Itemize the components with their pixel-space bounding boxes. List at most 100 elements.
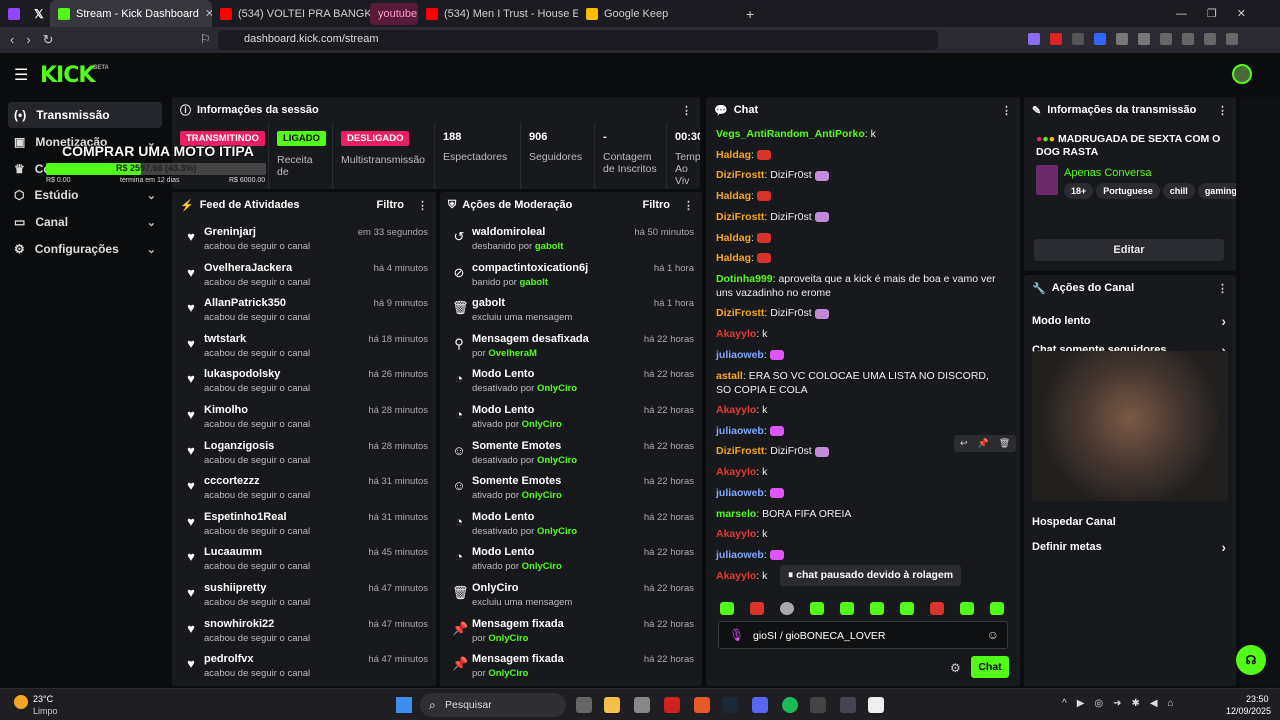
chat-message[interactable]: Dotinha999: aproveita que a kick é mais … [716, 272, 1006, 300]
chat-username[interactable]: juliaoweb [716, 487, 764, 499]
chat-username[interactable]: DiziFrostt [716, 169, 764, 181]
extension-icon[interactable] [1138, 33, 1150, 45]
edit-button[interactable]: Editar [1034, 239, 1224, 261]
gear-icon[interactable]: ⚙ [950, 661, 961, 675]
steam-icon[interactable] [722, 697, 738, 713]
emote-icon[interactable] [840, 602, 854, 615]
chat-message[interactable]: astall: ERA SO VC COLOCAE UMA LISTA NO D… [716, 369, 1006, 397]
chat-username[interactable]: marselo [716, 508, 756, 520]
more-icon[interactable]: ⋮ [683, 199, 694, 212]
new-tab-icon[interactable]: + [746, 6, 754, 22]
app-icon[interactable] [840, 697, 856, 713]
chat-message[interactable]: Akayylo: k [716, 327, 1006, 341]
chat-message[interactable]: DiziFrostt: DiziFr0st [716, 168, 1006, 182]
chat-username[interactable]: Haldag [716, 252, 751, 264]
chat-message[interactable]: Akayylo: k [716, 527, 1006, 541]
system-tray[interactable]: ^▶◎➜✱◀⌂ [1062, 698, 1184, 709]
chat-username[interactable]: DiziFrostt [716, 445, 764, 457]
feed-item[interactable]: ♥ Lucaaumm acabou de seguir o canal há 45 m… [182, 546, 428, 578]
emote-icon[interactable] [930, 602, 944, 615]
feed-item[interactable]: ♥ Loganzigosis acabou de seguir o canal há … [182, 440, 428, 472]
moderator-link[interactable]: OnlyCiro [488, 633, 528, 644]
moderation-item[interactable]: ☺ Somente Emotes ativado por OnlyCiro há 22… [450, 475, 694, 507]
moderator-link[interactable]: OnlyCiro [488, 668, 528, 679]
moderator-link[interactable]: OnlyCiro [537, 383, 577, 394]
category-link[interactable]: Apenas Conversa [1064, 167, 1151, 179]
sidebar-item-transmissao[interactable]: (•) Transmissão [8, 102, 162, 128]
chat-message[interactable]: juliaoweb: [716, 486, 1006, 500]
moderation-item[interactable]: ⊘ compactintoxication6j banido por gabolt h… [450, 262, 694, 294]
chat-message[interactable]: Akayylo: k [716, 465, 1006, 479]
more-icon[interactable]: ⋮ [1217, 282, 1228, 295]
chat-username[interactable]: Haldag [716, 232, 751, 244]
tag[interactable]: 18+ [1064, 183, 1094, 199]
sidebar-item-configuracoes[interactable]: ⚙ Configurações ⌄ [8, 236, 162, 262]
chat-username[interactable]: Akayylo [716, 404, 756, 416]
twitch-icon[interactable] [8, 7, 20, 20]
avatar[interactable] [1232, 64, 1252, 84]
sidebar-item-canal[interactable]: ▭ Canal ⌄ [8, 209, 162, 235]
extension-icon[interactable] [1072, 33, 1084, 45]
close-tab-icon[interactable]: ✕ [205, 7, 212, 20]
chat-username[interactable]: Akayylo [716, 570, 756, 582]
chat-message[interactable]: Haldag: [716, 189, 1006, 203]
chat-username[interactable]: Akayylo [716, 466, 756, 478]
moderator-link[interactable]: OvelheraM [488, 348, 537, 359]
feed-item[interactable]: ♥ AllanPatrick350 acabou de seguir o canal… [182, 297, 428, 329]
chat-username[interactable]: Akayylo [716, 328, 756, 340]
kick-logo[interactable]: KICK [40, 63, 95, 88]
chat-message[interactable]: juliaoweb: [716, 348, 1006, 362]
app-icon[interactable] [810, 697, 826, 713]
moderator-link[interactable]: OnlyCiro [537, 526, 577, 537]
windows-start-icon[interactable] [396, 697, 412, 713]
app-icon[interactable] [634, 697, 650, 713]
chat-message[interactable]: DiziFrostt: DiziFr0st [716, 210, 1006, 224]
moderation-item[interactable]: 🗑 gabolt excluiu uma mensagem há 1 hora [450, 297, 694, 329]
extension-icon[interactable] [1182, 33, 1194, 45]
feed-item[interactable]: ♥ snowhiroki22 acabou de seguir o canal há … [182, 618, 428, 650]
chat-username[interactable]: juliaoweb [716, 549, 764, 561]
tab-group-youtube[interactable]: youtube [370, 2, 418, 25]
reply-icon[interactable]: ↩ [960, 438, 968, 449]
tag[interactable]: chill [1162, 183, 1195, 199]
emote-icon[interactable] [750, 602, 764, 615]
feed-item[interactable]: ♥ Greninjarj acabou de seguir o canal em 33… [182, 226, 428, 258]
chat-message[interactable]: Haldag: [716, 148, 1006, 162]
channel-action-item[interactable]: Modo lento › [1032, 313, 1226, 335]
notepad-icon[interactable] [868, 697, 884, 713]
tab-google-keep[interactable]: Google Keep [578, 0, 738, 27]
more-icon[interactable]: ⋮ [1001, 104, 1012, 117]
chat-message[interactable]: marselo: BORA FIFA OREIA [716, 507, 1006, 521]
channel-action-item[interactable]: Definir metas › [1032, 539, 1226, 561]
bookmark-icon[interactable]: ⚐ [200, 32, 211, 46]
chat-username[interactable]: Vegs_AntiRandom_AntiPorko [716, 128, 865, 140]
file-explorer-icon[interactable] [604, 697, 620, 713]
chat-input[interactable]: 🎙 gioSI / gioBONECA_LOVER ☺ [718, 621, 1008, 649]
moderation-item[interactable]: 📌 Mensagem fixada por OnlyCiro há 22 horas [450, 653, 694, 685]
task-view-icon[interactable] [576, 697, 592, 713]
feed-item[interactable]: ♥ Kimolho acabou de seguir o canal há 28 mi… [182, 404, 428, 436]
moderation-item[interactable]: ◔ Modo Lento desativado por OnlyCiro há 22 … [450, 511, 694, 543]
extension-icon[interactable] [1094, 33, 1106, 45]
moderator-link[interactable]: gabolt [520, 277, 549, 288]
discord-icon[interactable] [752, 697, 768, 713]
emoji-icon[interactable]: ☺ [987, 628, 999, 642]
tag[interactable]: Portuguese [1096, 183, 1160, 199]
extension-icon[interactable] [1116, 33, 1128, 45]
moderation-item[interactable]: ⚲ Mensagem desafixada por OvelheraM há 22 h… [450, 333, 694, 365]
chat-message[interactable]: Haldag: [716, 231, 1006, 245]
moderator-link[interactable]: OnlyCiro [522, 419, 562, 430]
moderator-link[interactable]: OnlyCiro [522, 561, 562, 572]
moderation-item[interactable]: ◔ Modo Lento ativado por OnlyCiro há 22 hor… [450, 546, 694, 578]
tag[interactable]: gaming [1197, 183, 1236, 199]
emote-icon[interactable] [900, 602, 914, 615]
chat-username[interactable]: Haldag [716, 190, 751, 202]
nav-arrows-icon[interactable]: ‹›↻ [10, 32, 66, 48]
spotify-icon[interactable] [782, 697, 798, 713]
chat-message[interactable]: Vegs_AntiRandom_AntiPorko: k [716, 127, 1006, 141]
channel-action-item[interactable]: Hospedar Canal [1032, 516, 1226, 536]
chat-message[interactable]: juliaoweb: [716, 548, 1006, 562]
feed-item[interactable]: ♥ cccortezzz acabou de seguir o canal há 31… [182, 475, 428, 507]
chat-username[interactable]: Dotinha999 [716, 273, 773, 285]
moderator-link[interactable]: gabolt [535, 241, 564, 252]
